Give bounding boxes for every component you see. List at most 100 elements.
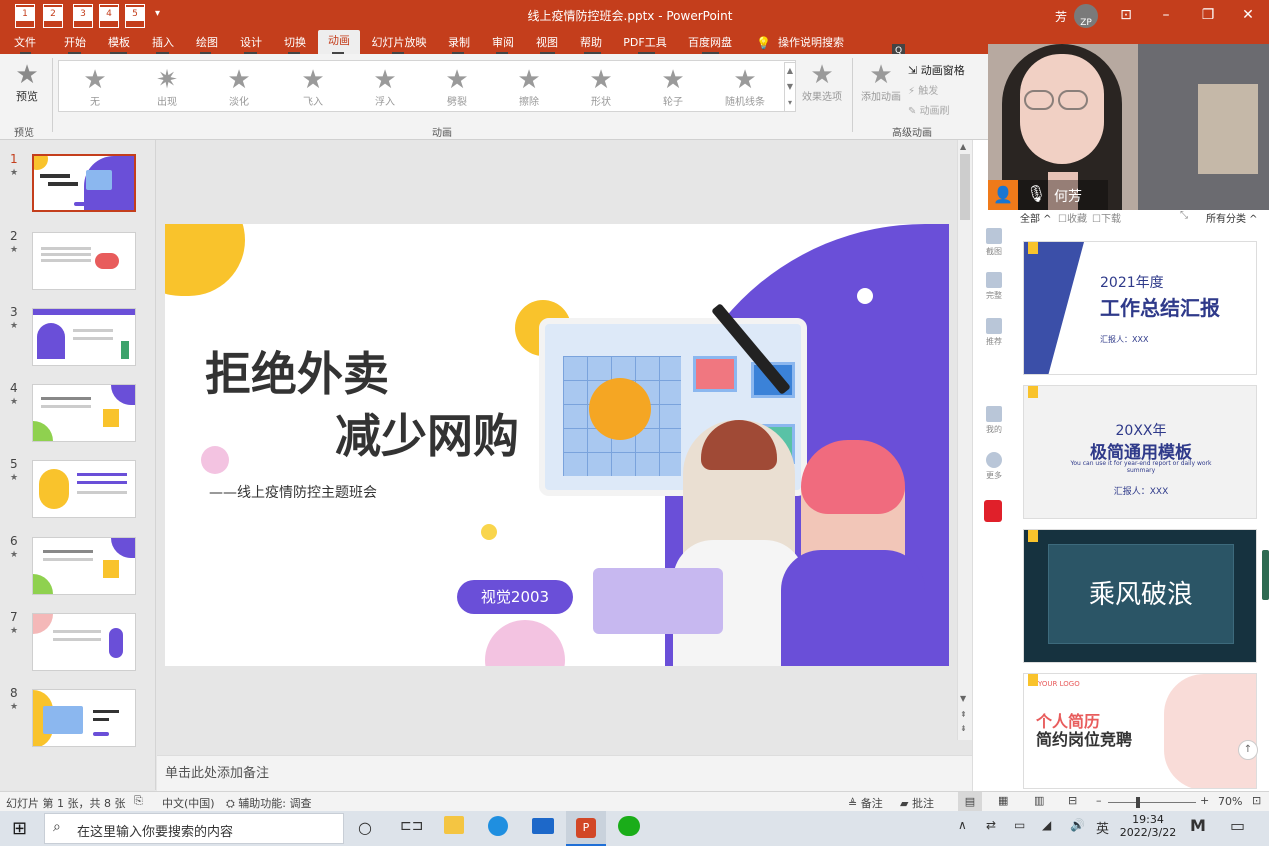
slide-thumbnail[interactable]: [32, 537, 136, 595]
preview-button[interactable]: ★ 预览: [8, 62, 46, 104]
tell-me-search[interactable]: 操作说明搜索: [776, 32, 846, 54]
zoom-level[interactable]: 70%: [1218, 795, 1242, 808]
template-card[interactable]: YOUR LOGO 个人简历 简约岗位竞聘: [1023, 673, 1257, 789]
tab-home[interactable]: 开始: [56, 32, 94, 54]
file-explorer-icon[interactable]: [444, 816, 464, 834]
anim-fade[interactable]: ★ 淡化: [209, 67, 269, 108]
accessibility-status[interactable]: ⛭ 辅助功能: 调查: [226, 795, 312, 811]
side-icon-complete[interactable]: 完整: [980, 272, 1008, 301]
slide-thumbnail[interactable]: [32, 384, 136, 442]
language-status[interactable]: 中文(中国): [162, 795, 215, 811]
task-view-icon[interactable]: ○: [358, 818, 372, 837]
gallery-scroll[interactable]: ▲ ▼ ▾: [784, 62, 796, 112]
filter-favorites[interactable]: ☐收藏: [1058, 210, 1087, 225]
tab-transitions[interactable]: 切换: [276, 32, 314, 54]
side-icon-recommend[interactable]: 推荐: [980, 318, 1008, 347]
tray-app-icon[interactable]: ⇄: [986, 818, 996, 832]
minimize-button[interactable]: –: [1146, 0, 1186, 32]
clock[interactable]: 19:34 2022/3/22: [1118, 813, 1178, 839]
anim-split[interactable]: ★ 劈裂: [427, 67, 487, 108]
tab-pdf-tools[interactable]: PDF工具: [620, 32, 670, 54]
quick-access-present[interactable]: 5: [125, 4, 145, 28]
quick-access-start-slideshow[interactable]: 4: [99, 4, 119, 28]
anim-float-in[interactable]: ★ 浮入: [355, 67, 415, 108]
side-icon-mine[interactable]: 我的: [980, 406, 1008, 435]
anim-wheel[interactable]: ★ 轮子: [643, 67, 703, 108]
tab-design[interactable]: 设计: [232, 32, 270, 54]
animation-pane-button[interactable]: ⇲ 动画窗格: [908, 62, 965, 78]
tab-animations[interactable]: 动画: [318, 30, 360, 54]
slide-sorter-icon[interactable]: ▦: [998, 794, 1008, 807]
timeline-icon[interactable]: ⊏⊐: [400, 818, 423, 834]
notes-pane[interactable]: 单击此处添加备注: [157, 755, 972, 791]
fit-slide-icon[interactable]: ⊡: [1252, 794, 1261, 807]
slide-thumbnail[interactable]: [32, 613, 136, 671]
tab-review[interactable]: 审阅: [484, 32, 522, 54]
quick-access-redo[interactable]: 3: [73, 4, 93, 28]
video-call-overlay[interactable]: 👤 🎙 何芳: [988, 44, 1269, 210]
tab-draw[interactable]: 绘图: [188, 32, 226, 54]
anim-appear[interactable]: ✷ 出现: [137, 67, 197, 108]
back-to-top-icon[interactable]: ↑: [1238, 740, 1258, 760]
close-button[interactable]: ✕: [1228, 0, 1268, 32]
anim-none[interactable]: ★ 无: [65, 67, 125, 108]
trigger-button[interactable]: ⚡ 触发: [908, 82, 938, 97]
filter-all[interactable]: 全部 ^: [1020, 210, 1052, 225]
network-icon[interactable]: ◢: [1042, 818, 1051, 832]
slide-thumbnail[interactable]: [32, 232, 136, 290]
zoom-in-icon[interactable]: +: [1200, 794, 1209, 807]
tray-expand-icon[interactable]: ∧: [958, 818, 967, 832]
slide-thumbnail[interactable]: [32, 308, 136, 366]
side-icon-more[interactable]: 更多: [980, 452, 1008, 481]
taskbar-search[interactable]: ⌕ 在这里输入你要搜索的内容: [44, 813, 344, 844]
comments-button[interactable]: ▰ 批注: [900, 795, 934, 811]
quick-access-undo[interactable]: 2: [43, 4, 63, 28]
windows-start-icon[interactable]: ⊞: [12, 818, 27, 839]
anim-wipe[interactable]: ★ 擦除: [499, 67, 559, 108]
slide-thumbnail[interactable]: [32, 689, 136, 747]
reading-view-icon[interactable]: ▥: [1034, 794, 1044, 807]
powerpoint-taskbar-button[interactable]: P: [566, 811, 606, 846]
anim-fly-in[interactable]: ★ 飞入: [283, 67, 343, 108]
collapse-icon[interactable]: ⤡: [1180, 210, 1188, 221]
tab-help[interactable]: 帮助: [572, 32, 610, 54]
zoom-out-icon[interactable]: –: [1096, 794, 1102, 807]
volume-icon[interactable]: 🔊: [1070, 818, 1085, 832]
restore-button[interactable]: ❐: [1188, 0, 1228, 32]
ribbon-display-icon[interactable]: ⊡: [1106, 0, 1146, 32]
add-animation-button[interactable]: ★ 添加动画: [858, 62, 904, 103]
slide-thumbnail[interactable]: [32, 154, 136, 212]
edge-icon[interactable]: [488, 816, 508, 836]
notes-button[interactable]: ≜ 备注: [848, 795, 883, 811]
customize-qa-icon[interactable]: ▾: [155, 8, 160, 19]
template-card[interactable]: 2021年度 工作总结汇报 汇报人：XXX: [1023, 241, 1257, 375]
zoom-slider-thumb[interactable]: [1136, 797, 1140, 808]
side-icon-screenshot[interactable]: 截图: [980, 228, 1008, 257]
filter-downloads[interactable]: ☐下载: [1092, 210, 1121, 225]
effect-options-button[interactable]: ★ 效果选项: [796, 62, 848, 103]
red-envelope-icon[interactable]: [984, 500, 1002, 522]
tab-slideshow[interactable]: 幻灯片放映: [368, 32, 430, 54]
anim-random-bars[interactable]: ★ 随机线条: [715, 67, 775, 108]
tab-insert[interactable]: 插入: [144, 32, 182, 54]
slide-scrollbar[interactable]: ▲ ▼ ⇞ ⇟: [957, 140, 972, 740]
zoom-slider[interactable]: [1108, 802, 1196, 803]
categories-dropdown[interactable]: 所有分类 ^: [1206, 210, 1258, 225]
slide-main[interactable]: 拒绝外卖 减少网购 ——线上疫情防控主题班会 视觉2003: [165, 224, 949, 666]
quick-access-save[interactable]: 1: [15, 4, 35, 28]
tab-baidu-netdisk[interactable]: 百度网盘: [684, 32, 736, 54]
normal-view-icon[interactable]: ▤: [958, 792, 982, 812]
anim-shape[interactable]: ★ 形状: [571, 67, 631, 108]
tab-file[interactable]: 文件: [6, 32, 44, 54]
tab-record[interactable]: 录制: [440, 32, 478, 54]
ime-indicator[interactable]: 英: [1096, 818, 1109, 837]
notification-icon[interactable]: ▭: [1230, 816, 1245, 835]
animation-painter-button[interactable]: ✎ 动画刷: [908, 102, 950, 117]
tab-templates[interactable]: 模板: [100, 32, 138, 54]
spell-check-icon[interactable]: ⎘: [134, 794, 143, 808]
side-handle[interactable]: [1262, 550, 1269, 600]
tab-view[interactable]: 视图: [528, 32, 566, 54]
slideshow-icon[interactable]: ⊟: [1068, 794, 1077, 807]
avatar[interactable]: ZP: [1074, 4, 1098, 28]
mail-icon[interactable]: [532, 818, 554, 834]
